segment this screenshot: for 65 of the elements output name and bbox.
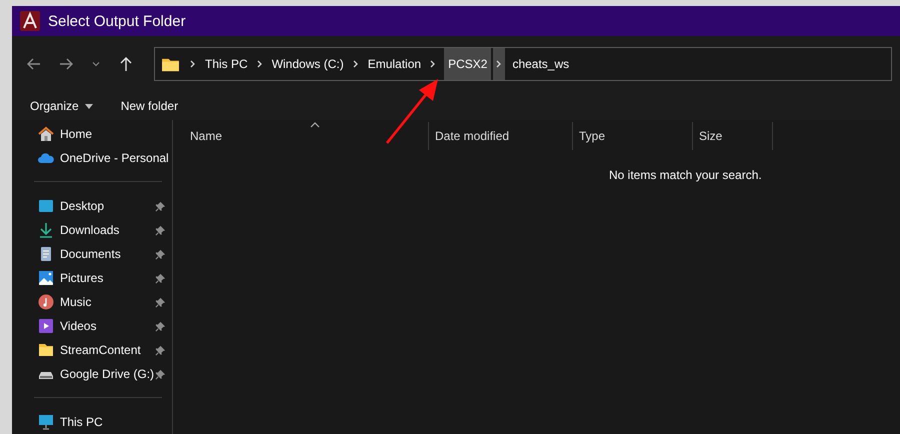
sidebar-item[interactable]: Google Drive (G:): [12, 362, 172, 386]
sidebar-item[interactable]: StreamContent: [12, 338, 172, 362]
app-logo-icon: [20, 11, 40, 31]
picture-icon: [38, 270, 54, 286]
chevron-right-icon: [495, 59, 504, 69]
pin-icon[interactable]: [155, 224, 166, 236]
computer-icon: [38, 414, 54, 430]
music-icon: [38, 294, 54, 310]
column-header[interactable]: Type: [573, 122, 693, 150]
back-icon[interactable]: [26, 56, 42, 72]
address-bar[interactable]: This PC Windows (C:) Emulation PCSX2 cheats_ws: [154, 47, 892, 81]
sidebar-label: Google Drive (G:): [60, 367, 154, 381]
pin-icon[interactable]: [155, 368, 166, 380]
sidebar-item[interactable]: Videos: [12, 314, 172, 338]
pin-icon[interactable]: [155, 272, 166, 284]
download-icon: [38, 222, 54, 238]
pin-icon[interactable]: [155, 200, 166, 212]
chevron-right-button[interactable]: [493, 48, 506, 80]
sidebar-label: OneDrive - Personal: [60, 151, 169, 165]
forward-icon[interactable]: [58, 56, 74, 72]
chevron-right-icon[interactable]: [429, 59, 438, 69]
breadcrumb[interactable]: Windows (C:): [268, 48, 347, 80]
chevron-right-icon[interactable]: [352, 59, 360, 69]
sidebar-label: This PC: [60, 415, 103, 429]
empty-message: No items match your search.: [609, 168, 763, 182]
home-icon: [38, 126, 54, 142]
pin-icon[interactable]: [155, 320, 166, 332]
dropdown-arrow-icon: [84, 104, 93, 108]
sidebar-label: Music: [60, 295, 92, 309]
breadcrumb[interactable]: cheats_ws: [509, 48, 572, 80]
sidebar-item[interactable]: Documents: [12, 242, 172, 266]
sidebar-item[interactable]: OneDrive - Personal: [12, 146, 172, 170]
sidebar-label: StreamContent: [60, 343, 141, 357]
video-icon: [38, 318, 54, 334]
column-header[interactable]: Size: [693, 122, 773, 150]
chevron-right-icon[interactable]: [256, 59, 264, 69]
sidebar-item[interactable]: Downloads: [12, 218, 172, 242]
sidebar-label: Videos: [60, 319, 96, 333]
desktop-icon: [38, 198, 54, 214]
folder-icon: [161, 56, 180, 72]
breadcrumb[interactable]: This PC: [202, 48, 251, 80]
sidebar-label: Downloads: [60, 223, 120, 237]
folder-icon: [38, 342, 54, 358]
up-arrow-icon[interactable]: [118, 56, 134, 72]
organize-menu[interactable]: Organize: [30, 99, 93, 113]
sidebar-label: Home: [60, 127, 92, 141]
sidebar-item[interactable]: Desktop: [12, 194, 172, 218]
pin-icon[interactable]: [155, 248, 166, 260]
column-header[interactable]: Name: [173, 122, 429, 150]
sidebar-item[interactable]: Pictures: [12, 266, 172, 290]
breadcrumb[interactable]: PCSX2: [444, 48, 492, 80]
pin-icon[interactable]: [155, 296, 166, 308]
sidebar-label: Pictures: [60, 271, 104, 285]
sidebar-label: Documents: [60, 247, 121, 261]
column-header[interactable]: Date modified: [429, 122, 573, 150]
document-icon: [38, 246, 54, 262]
chevron-right-icon[interactable]: [189, 59, 197, 69]
sidebar-label: Desktop: [60, 199, 104, 213]
sidebar-item[interactable]: Home: [12, 122, 172, 146]
pin-icon[interactable]: [155, 344, 166, 356]
sidebar-item[interactable]: This PC: [12, 410, 172, 434]
sidebar-item[interactable]: Music: [12, 290, 172, 314]
new-folder-button[interactable]: New folder: [120, 99, 178, 113]
breadcrumb[interactable]: Emulation: [364, 48, 424, 80]
window-title: Select Output Folder: [48, 12, 186, 30]
